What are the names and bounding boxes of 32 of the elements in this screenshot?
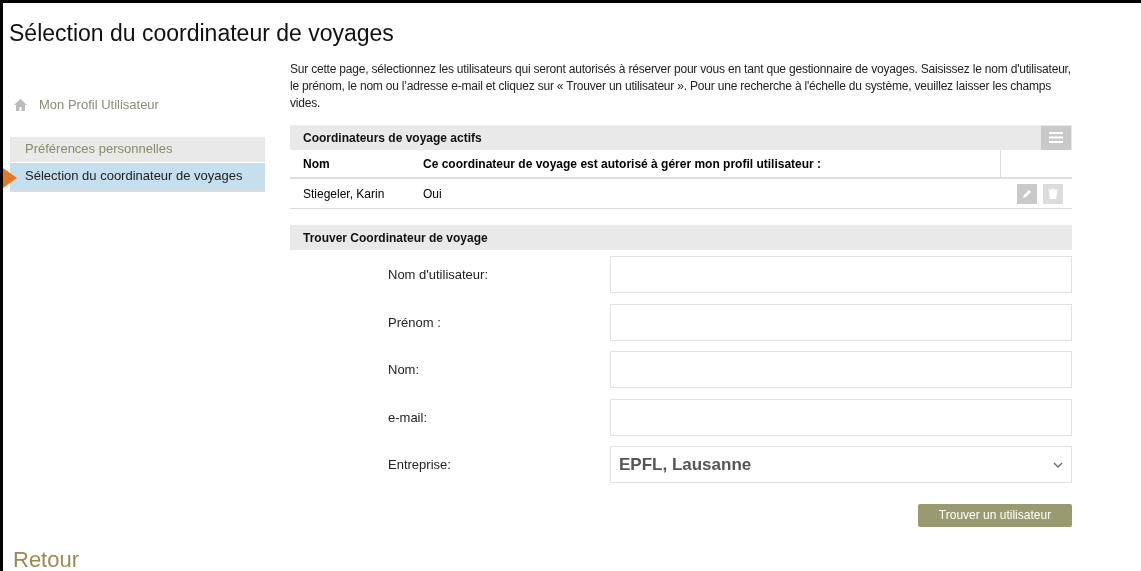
arrow-icon <box>3 168 17 188</box>
field-label: Nom d'utilisateur: <box>387 266 490 284</box>
table-cell-text: Stiegeler, Karin <box>302 185 386 203</box>
home-icon <box>14 98 27 111</box>
chevron-down-icon <box>1053 461 1063 468</box>
field-label: Prénom : <box>387 313 442 332</box>
field-label: e-mail: <box>387 408 428 427</box>
input-field[interactable] <box>610 303 1072 341</box>
section-title: Trouver Coordinateur de voyage <box>303 229 488 247</box>
intro-paragraph: Sur cette page, sélectionnez les utilisateurs qui seront autorisés à réserver pour vous en tant que gestionnaire de voyages. Saisissez le nom d'utilisateur, le prénom, le nom ou l’adresse e-mail et cliquez sur « Trouver un utilisateur ». Pour une recherche à l'échelle du système, veuillez laisser les champs vides. <box>290 61 1072 112</box>
back-link[interactable]: Retour <box>13 546 80 571</box>
edit-button[interactable] <box>1017 183 1037 204</box>
sidebar-heading[interactable]: Mon Profil Utilisateur <box>39 95 159 115</box>
trash-icon <box>1048 188 1058 199</box>
input-field[interactable] <box>610 351 1072 389</box>
column-header: Nom <box>302 155 331 173</box>
input-field[interactable] <box>610 256 1072 294</box>
page-title: Sélection du coordinateur de voyages <box>8 19 395 47</box>
menu-icon <box>1049 132 1063 143</box>
table-cell-text: Oui <box>423 185 443 203</box>
field-label: Entreprise: <box>387 456 452 474</box>
delete-button[interactable] <box>1043 183 1063 204</box>
column-header: Ce coordinateur de voyage est autorisé à gérer mon profil utilisateur : <box>423 155 823 173</box>
menu-button[interactable] <box>1041 125 1071 150</box>
sidebar-item[interactable]: Préférences personnelles <box>10 136 265 163</box>
table-title: Coordinateurs de voyage actifs <box>303 129 482 147</box>
input-field[interactable] <box>610 398 1072 436</box>
find-user-button[interactable]: Trouver un utilisateur <box>918 503 1072 527</box>
sidebar-item[interactable]: Sélection du coordinateur de voyages <box>10 162 265 189</box>
field-label: Nom: <box>387 361 421 379</box>
pencil-icon <box>1021 188 1033 199</box>
company-select[interactable]: EPFL, Lausanne <box>610 446 1072 484</box>
